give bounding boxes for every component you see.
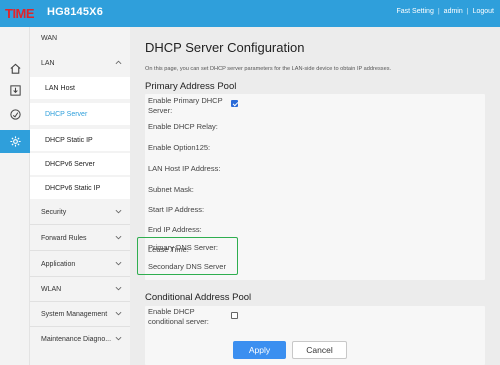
menu-item-maintenance[interactable]: Maintenance Diagno... bbox=[30, 328, 130, 350]
menu-item-application[interactable]: Application bbox=[30, 253, 130, 275]
menu-item-wlan[interactable]: WLAN bbox=[30, 278, 130, 300]
menu-item-lan[interactable]: LAN bbox=[30, 52, 130, 74]
cancel-button[interactable]: Cancel bbox=[292, 341, 347, 359]
menu-item-security[interactable]: Security bbox=[30, 201, 130, 223]
logout-link[interactable]: Logout bbox=[473, 8, 494, 15]
menu-item-label: DHCP Server bbox=[45, 110, 88, 118]
menu-item-wan[interactable]: WAN bbox=[30, 27, 130, 49]
page-title: DHCP Server Configuration bbox=[145, 40, 305, 55]
nav-separator: | bbox=[437, 8, 440, 15]
conditional-pool-title: Conditional Address Pool bbox=[145, 292, 252, 303]
enable-primary-dhcp-label: Enable Primary DHCP Server: bbox=[148, 96, 223, 116]
secondary-dns-label: Secondary DNS Server bbox=[148, 262, 226, 271]
menu-item-forward-rules[interactable]: Forward Rules bbox=[30, 227, 130, 249]
sidebar-menu: WAN LAN LAN Host DHCP Server DHCP Static… bbox=[30, 27, 130, 365]
end-ip-label: End IP Address: bbox=[148, 225, 202, 234]
lan-host-ip-label: LAN Host IP Address: bbox=[148, 164, 221, 173]
gear-icon[interactable] bbox=[0, 130, 30, 153]
menu-divider bbox=[30, 276, 130, 277]
chevron-down-icon bbox=[115, 261, 122, 266]
subnet-mask-label: Subnet Mask: bbox=[148, 185, 194, 194]
chevron-down-icon bbox=[115, 286, 122, 291]
label-line: Enable DHCP bbox=[148, 307, 195, 316]
chevron-up-icon bbox=[115, 60, 122, 65]
label-line: Enable Primary DHCP bbox=[148, 96, 223, 105]
menu-item-label: Forward Rules bbox=[41, 234, 87, 242]
chevron-down-icon bbox=[115, 336, 122, 341]
menu-item-label: DHCP Static IP bbox=[45, 136, 93, 144]
enable-primary-dhcp-checkbox[interactable] bbox=[231, 100, 238, 107]
top-header: TIME HG8145X6 Fast Setting | admin | Log… bbox=[0, 0, 500, 27]
enable-conditional-checkbox[interactable] bbox=[231, 312, 238, 319]
primary-dns-label: Primary DNS Server: bbox=[148, 243, 219, 252]
chevron-down-icon bbox=[115, 311, 122, 316]
fast-setting-link[interactable]: Fast Setting bbox=[396, 8, 433, 15]
menu-item-label: LAN bbox=[41, 59, 55, 67]
menu-divider bbox=[30, 326, 130, 327]
menu-item-label: Application bbox=[41, 260, 76, 268]
start-ip-label: Start IP Address: bbox=[148, 205, 205, 214]
sidebar-item-lan-host[interactable]: LAN Host bbox=[30, 77, 130, 99]
menu-divider bbox=[30, 224, 130, 225]
menu-item-label: WLAN bbox=[41, 285, 62, 293]
svg-text:TIME: TIME bbox=[5, 6, 35, 20]
menu-item-label: LAN Host bbox=[45, 84, 75, 92]
time-logo: TIME bbox=[5, 6, 35, 20]
top-nav: Fast Setting | admin | Logout bbox=[396, 8, 494, 15]
menu-divider bbox=[30, 301, 130, 302]
nav-separator: | bbox=[466, 8, 469, 15]
icon-rail bbox=[0, 27, 30, 365]
page-description: On this page, you can set DHCP server pa… bbox=[145, 66, 392, 72]
gauge-icon[interactable] bbox=[0, 103, 30, 126]
primary-pool-title: Primary Address Pool bbox=[145, 81, 237, 92]
sidebar-item-dhcp-static-ip[interactable]: DHCP Static IP bbox=[30, 129, 130, 151]
admin-link[interactable]: admin bbox=[444, 8, 463, 15]
main-content: DHCP Server Configuration On this page, … bbox=[130, 27, 500, 365]
apply-button[interactable]: Apply bbox=[233, 341, 286, 359]
label-line: conditional server: bbox=[148, 317, 209, 326]
chevron-down-icon bbox=[115, 235, 122, 240]
enable-conditional-label: Enable DHCP conditional server: bbox=[148, 307, 209, 327]
menu-item-label: WAN bbox=[41, 34, 58, 42]
menu-item-label: DHCPv6 Static IP bbox=[45, 184, 101, 192]
menu-item-label: System Management bbox=[41, 310, 108, 318]
home-icon[interactable] bbox=[0, 57, 30, 80]
sidebar-item-dhcpv6-server[interactable]: DHCPv6 Server bbox=[30, 153, 130, 175]
menu-divider bbox=[30, 250, 130, 251]
enable-option125-label: Enable Option125: bbox=[148, 143, 211, 152]
device-model: HG8145X6 bbox=[47, 6, 104, 18]
menu-item-system-management[interactable]: System Management bbox=[30, 303, 130, 325]
sidebar-item-dhcpv6-static-ip[interactable]: DHCPv6 Static IP bbox=[30, 177, 130, 199]
chevron-down-icon bbox=[115, 209, 122, 214]
menu-item-label: DHCPv6 Server bbox=[45, 160, 95, 168]
menu-item-label: Maintenance Diagno... bbox=[41, 335, 112, 343]
menu-item-label: Security bbox=[41, 208, 67, 216]
download-icon[interactable] bbox=[0, 79, 30, 102]
label-line: Server: bbox=[148, 106, 173, 115]
sidebar-item-dhcp-server[interactable]: DHCP Server bbox=[30, 103, 130, 125]
enable-dhcp-relay-label: Enable DHCP Relay: bbox=[148, 122, 218, 131]
